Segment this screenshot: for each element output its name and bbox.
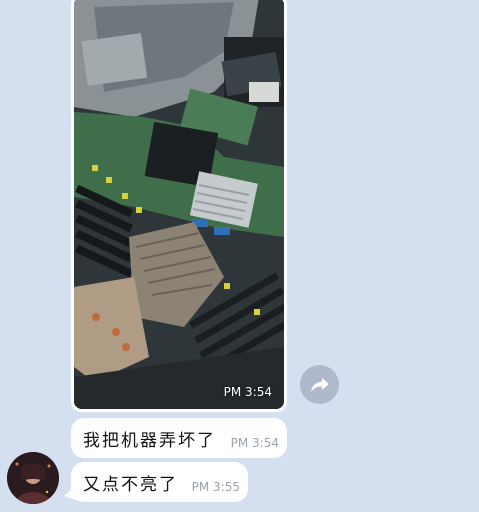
forward-button[interactable] (300, 365, 339, 404)
message-timestamp: PM 3:54 (230, 436, 279, 450)
forward-arrow-icon (310, 377, 329, 392)
text-message-bubble[interactable]: 我把机器弄坏了 PM 3:54 (71, 418, 287, 458)
sender-avatar[interactable] (7, 452, 59, 504)
user-avatar-icon (7, 452, 59, 504)
message-timestamp: PM 3:55 (191, 480, 240, 494)
image-message-bubble[interactable]: PM 3:54 (71, 0, 287, 412)
server-photo-graphic (74, 0, 284, 409)
message-photo[interactable]: PM 3:54 (74, 0, 284, 409)
message-text: 又点不亮了 (83, 474, 178, 495)
text-message-bubble[interactable]: 又点不亮了 PM 3:55 (71, 462, 248, 502)
image-timestamp: PM 3:54 (223, 385, 272, 399)
message-text: 我把机器弄坏了 (83, 430, 216, 451)
chat-area: PM 3:54 我把机器弄坏了 PM 3:54 又点不亮了 PM 3:55 (0, 0, 479, 512)
